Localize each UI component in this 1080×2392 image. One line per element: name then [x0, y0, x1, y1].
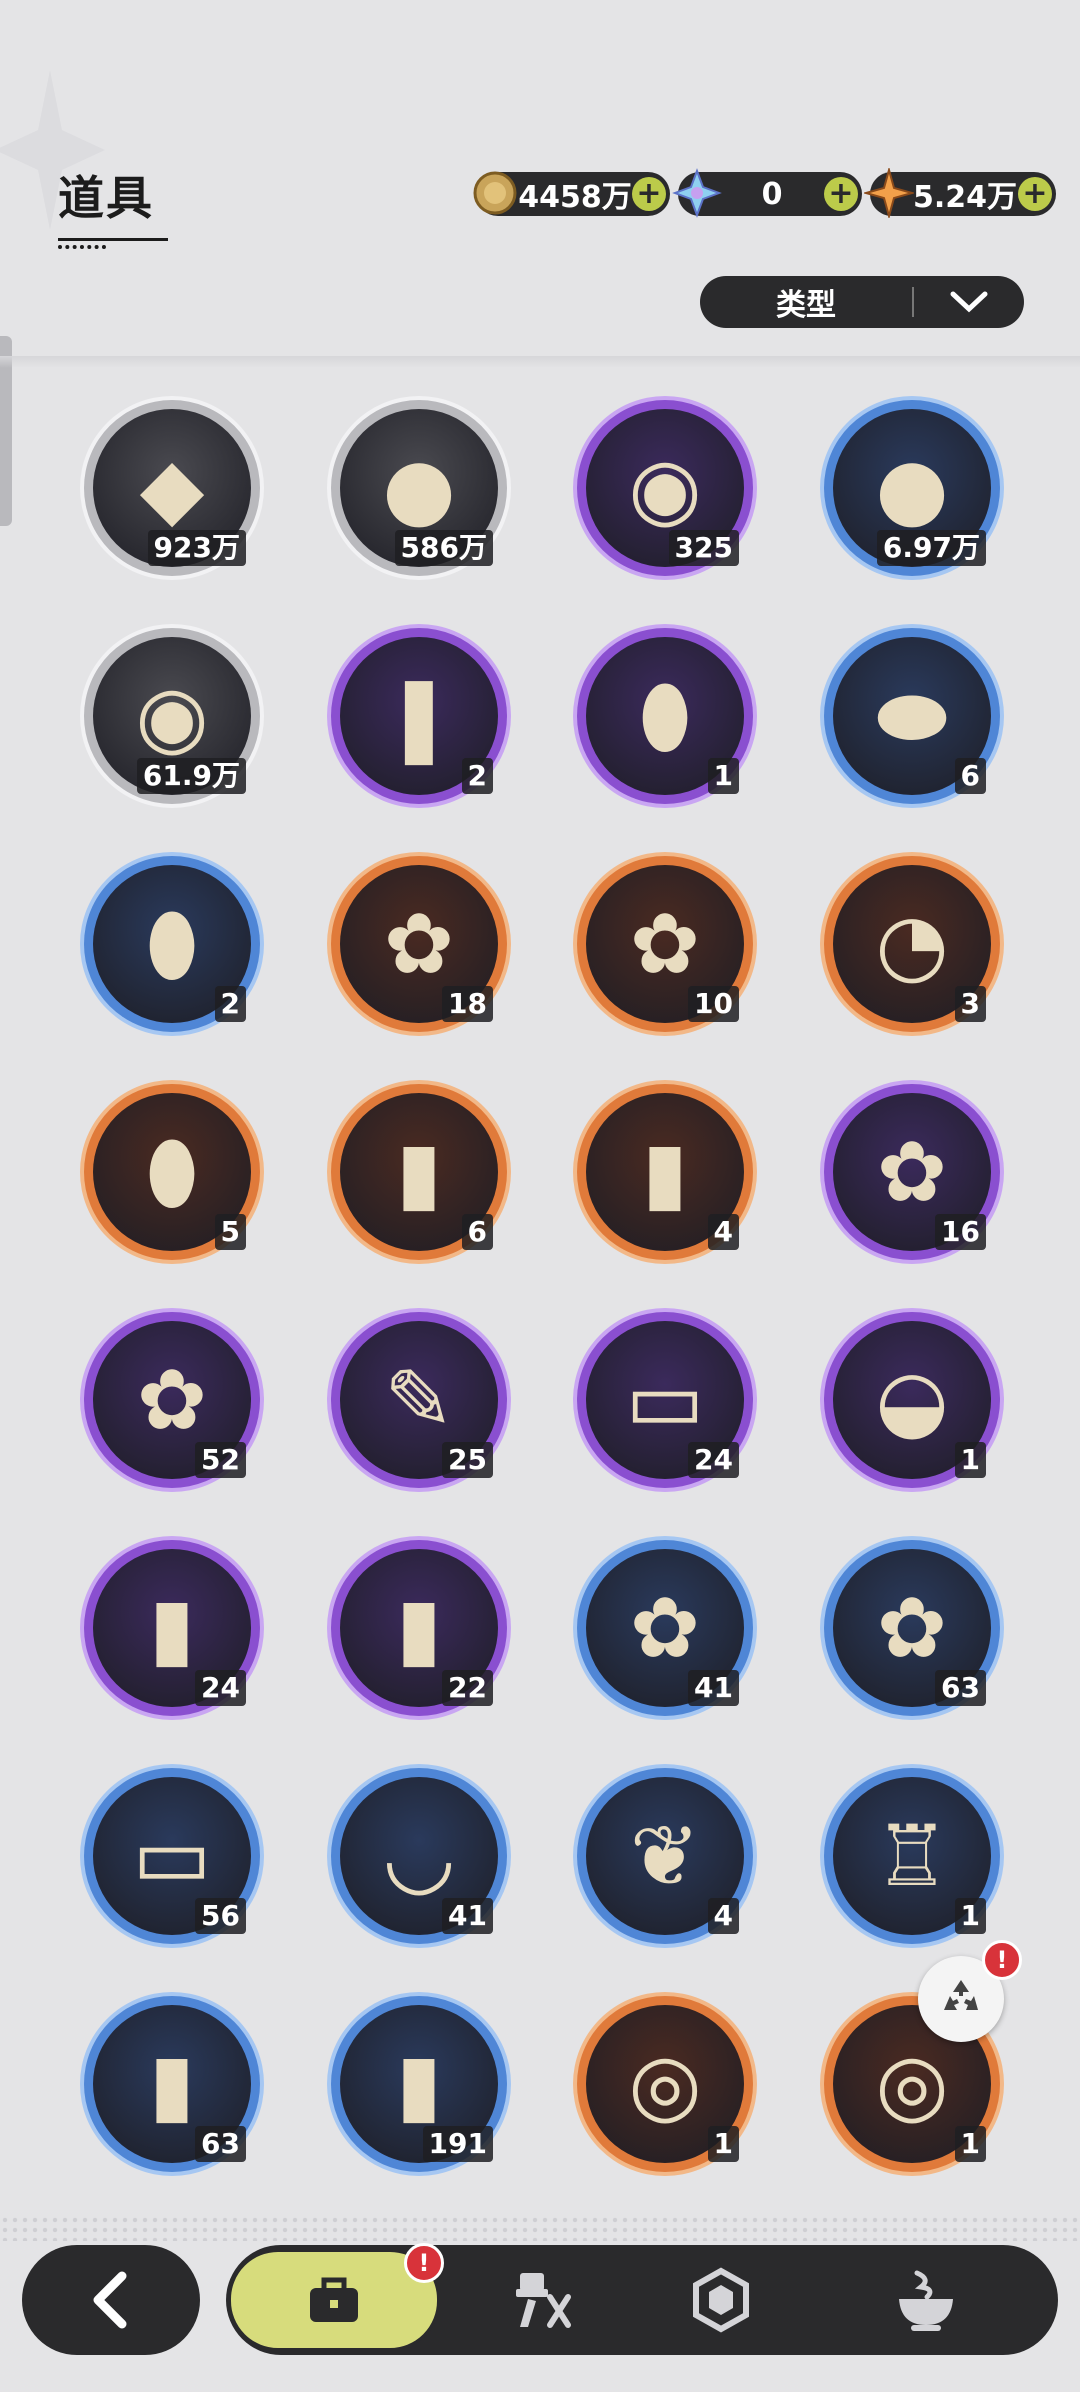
crystal-gem-icon: [672, 168, 722, 218]
item-slot[interactable]: ◉ 325: [577, 400, 753, 576]
nav-tab-bag[interactable]: !: [228, 2243, 444, 2355]
item-slot[interactable]: ◡ 41: [331, 1768, 507, 1944]
item-count: 25: [442, 1442, 493, 1478]
item-count: 6.97万: [876, 530, 986, 566]
currency-star[interactable]: 5.24万 +: [864, 168, 1056, 218]
bottom-pattern: [0, 2215, 1080, 2241]
item-count: 10: [688, 986, 739, 1022]
item-count: 22: [442, 1670, 493, 1706]
item-count: 1: [954, 1442, 986, 1478]
star-shard-icon: [864, 168, 914, 218]
item-slot[interactable]: ▮ 4: [577, 1084, 753, 1260]
item-count: 1: [954, 1898, 986, 1934]
item-count: 24: [195, 1670, 246, 1706]
item-slot[interactable]: ❦ 4: [577, 1768, 753, 1944]
item-count: 41: [442, 1898, 493, 1934]
item-slot[interactable]: ⬮ 5: [84, 1084, 260, 1260]
item-slot[interactable]: ✿ 52: [84, 1312, 260, 1488]
item-slot[interactable]: ✿ 10: [577, 856, 753, 1032]
item-slot[interactable]: ◔ 3: [824, 856, 1000, 1032]
item-count: 52: [195, 1442, 246, 1478]
bottom-nav: !: [226, 2243, 1058, 2355]
item-count: 586万: [394, 530, 493, 566]
item-count: 1: [954, 2126, 986, 2162]
item-slot[interactable]: ▮ 24: [84, 1540, 260, 1716]
item-slot[interactable]: ⬬ 6: [824, 628, 1000, 804]
item-count: 41: [688, 1670, 739, 1706]
item-slot[interactable]: ✿ 63: [824, 1540, 1000, 1716]
item-slot[interactable]: ❚ 2: [331, 628, 507, 804]
bag-icon: [310, 2277, 358, 2322]
item-slot[interactable]: ▭ 56: [84, 1768, 260, 1944]
item-count: 5: [214, 1214, 246, 1250]
recycle-icon: [944, 1980, 978, 2010]
item-count: 6: [954, 758, 986, 794]
type-filter-dropdown[interactable]: 类型: [700, 276, 1024, 328]
item-count: 61.9万: [136, 758, 246, 794]
item-count: 16: [935, 1214, 986, 1250]
item-count: 2: [461, 758, 493, 794]
title-underline: [58, 238, 168, 241]
item-count: 18: [442, 986, 493, 1022]
add-gold-button[interactable]: +: [632, 177, 666, 211]
add-crystal-button[interactable]: +: [824, 177, 858, 211]
item-slot[interactable]: ● 586万: [331, 400, 507, 576]
page-header: 道具: [58, 162, 168, 249]
item-count: 4: [707, 1214, 739, 1250]
back-arrow-icon: [93, 2271, 127, 2329]
bag-alert-badge: !: [404, 2243, 444, 2283]
equipment-icon: [516, 2273, 571, 2328]
item-slot[interactable]: ✿ 41: [577, 1540, 753, 1716]
title-dots: [58, 245, 106, 249]
cauldron-icon: [899, 2270, 953, 2331]
currency-gold[interactable]: 4458万 +: [473, 171, 670, 216]
item-count: 63: [195, 2126, 246, 2162]
recycle-alert-badge: !: [982, 1940, 1022, 1980]
nav-tab-hexagon[interactable]: [646, 2245, 796, 2355]
item-slot[interactable]: ⬮ 2: [84, 856, 260, 1032]
item-slot[interactable]: ◎ 1: [577, 1996, 753, 2172]
add-star-button[interactable]: +: [1018, 177, 1052, 211]
item-count: 2: [214, 986, 246, 1022]
nav-tab-cauldron[interactable]: [826, 2245, 1026, 2355]
item-count: 63: [935, 1670, 986, 1706]
item-slot[interactable]: ◆ 923万: [84, 400, 260, 576]
item-count: 3: [954, 986, 986, 1022]
nav-tab-equipment[interactable]: [456, 2245, 626, 2355]
item-slot[interactable]: ▮ 6: [331, 1084, 507, 1260]
item-slot[interactable]: ✿ 16: [824, 1084, 1000, 1260]
hexagon-icon: [693, 2267, 749, 2333]
item-slot[interactable]: ◉ 61.9万: [84, 628, 260, 804]
item-slot[interactable]: ✿ 18: [331, 856, 507, 1032]
item-count: 24: [688, 1442, 739, 1478]
item-slot[interactable]: ♖ 1: [824, 1768, 1000, 1944]
item-slot[interactable]: ▮ 191: [331, 1996, 507, 2172]
chevron-down-icon: [914, 290, 1024, 314]
back-button[interactable]: [22, 2245, 200, 2355]
item-slot[interactable]: ● 6.97万: [824, 400, 1000, 576]
item-count: 6: [461, 1214, 493, 1250]
page-title: 道具: [58, 171, 154, 225]
item-count: 56: [195, 1898, 246, 1934]
recycle-button[interactable]: !: [918, 1940, 1022, 2042]
item-count: 923万: [147, 530, 246, 566]
gold-coin-icon: [473, 171, 517, 215]
item-count: 191: [422, 2126, 493, 2162]
item-count: 1: [707, 758, 739, 794]
item-slot[interactable]: ◒ 1: [824, 1312, 1000, 1488]
item-count: 325: [668, 530, 739, 566]
item-slot[interactable]: ✎ 25: [331, 1312, 507, 1488]
item-slot[interactable]: ▭ 24: [577, 1312, 753, 1488]
item-slot[interactable]: ▮ 63: [84, 1996, 260, 2172]
item-slot[interactable]: ▮ 22: [331, 1540, 507, 1716]
currency-crystal[interactable]: 0 +: [672, 168, 862, 218]
item-count: 4: [707, 1898, 739, 1934]
header-divider: [0, 356, 1080, 368]
item-count: 1: [707, 2126, 739, 2162]
item-slot[interactable]: ⬮ 1: [577, 628, 753, 804]
type-filter-label: 类型: [776, 288, 836, 323]
